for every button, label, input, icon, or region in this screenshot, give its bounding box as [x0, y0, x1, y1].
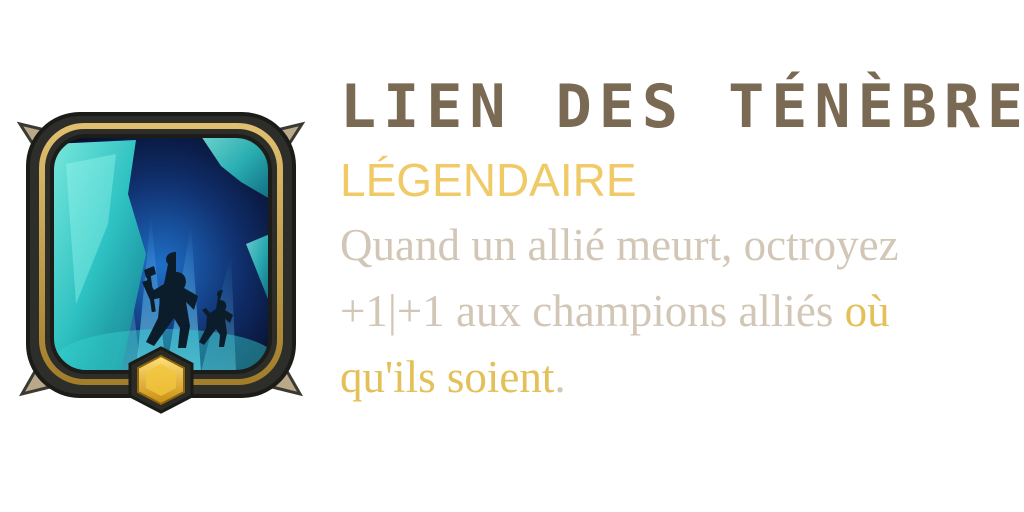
- relic-card: LIEN DES TÉNÈBRES LÉGENDAIRE Quand un al…: [0, 0, 1024, 512]
- description-line-2: +1|+1 aux champions alliés où: [340, 278, 1016, 344]
- description-line-3-text: .: [554, 352, 566, 402]
- relic-icon: [16, 104, 306, 414]
- hexagon-gem-icon: [128, 346, 194, 414]
- relic-text: LIEN DES TÉNÈBRES LÉGENDAIRE Quand un al…: [340, 66, 1024, 410]
- description-line-3: qu'ils soient.: [340, 344, 1016, 410]
- relic-rarity: LÉGENDAIRE: [340, 154, 637, 206]
- relic-title: LIEN DES TÉNÈBRES: [340, 72, 1024, 142]
- relic-description: Quand un allié meurt, octroyez +1|+1 aux…: [340, 212, 1016, 410]
- description-highlight-2: qu'ils soient: [340, 352, 555, 402]
- description-highlight-1: où: [844, 286, 890, 336]
- description-line-2-text: +1|+1 aux champions alliés: [340, 286, 834, 336]
- description-line-1: Quand un allié meurt, octroyez: [340, 220, 899, 270]
